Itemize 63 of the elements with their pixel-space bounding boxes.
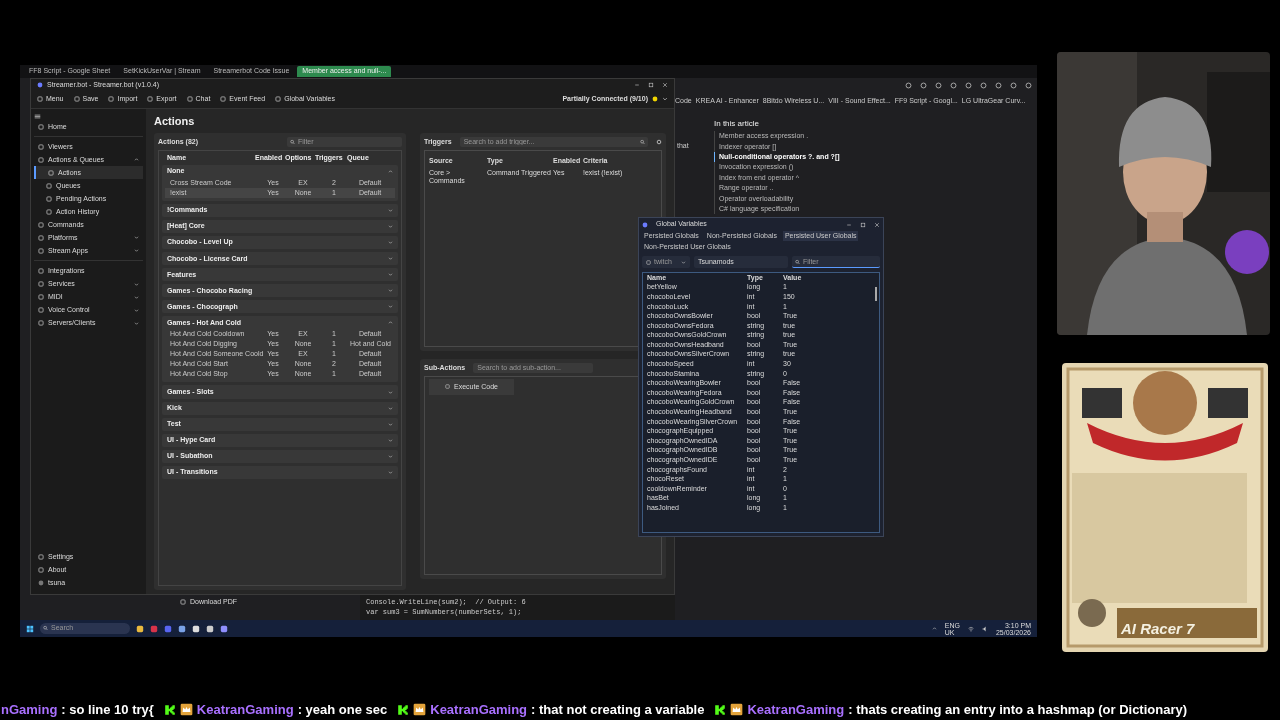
chat-message: : that not creating a variable <box>531 701 705 719</box>
chevron-down-icon <box>388 437 393 443</box>
article-heading: In this article <box>714 119 760 129</box>
circle-icon[interactable] <box>950 82 957 89</box>
chevron-up-icon <box>388 168 393 174</box>
chevron-down-icon <box>388 256 393 262</box>
chevron-down-icon <box>388 469 393 475</box>
circle-icon[interactable] <box>935 82 942 89</box>
search-icon <box>290 139 295 145</box>
chat-message: : yeah one sec <box>297 701 388 719</box>
chat-username: KeatranGaming <box>196 701 294 719</box>
chevron-down-icon <box>388 223 393 229</box>
card-title: AI Racer 7 <box>1121 619 1195 639</box>
chevron-down-icon <box>388 389 393 395</box>
chevron-up-icon[interactable] <box>931 626 937 631</box>
status-dot-icon <box>652 96 658 103</box>
platform-icon <box>163 703 176 716</box>
settings-icon[interactable] <box>656 138 662 145</box>
chevron-down-icon <box>388 207 393 213</box>
circle-icon[interactable] <box>920 82 927 89</box>
circle-icon[interactable] <box>905 82 912 89</box>
chevron-down-icon <box>388 272 393 278</box>
wifi-icon[interactable] <box>967 625 974 632</box>
circle-icon[interactable] <box>980 82 987 89</box>
crown-icon <box>413 703 427 717</box>
maximize-icon[interactable] <box>648 82 654 88</box>
chat-username: KeatranGaming <box>747 701 845 719</box>
app-icon <box>642 221 648 228</box>
search-icon <box>43 626 48 631</box>
circle-icon[interactable] <box>1025 82 1032 89</box>
chevron-down-icon <box>388 304 393 310</box>
chevron-up-icon <box>388 320 393 326</box>
page-title: Actions <box>154 115 196 128</box>
chevron-down-icon <box>388 421 393 427</box>
close-icon[interactable] <box>874 221 880 228</box>
circle-icon[interactable] <box>995 82 1002 89</box>
platform-icon <box>397 703 410 716</box>
start-icon[interactable] <box>26 624 34 633</box>
speaker-icon[interactable] <box>981 625 988 632</box>
menu-icon[interactable] <box>34 113 41 120</box>
chevron-down-icon <box>388 240 393 245</box>
chevron-down-icon[interactable] <box>662 96 668 103</box>
search-icon <box>640 139 645 145</box>
circle-icon[interactable] <box>965 82 972 89</box>
chat-username: KeatranGaming <box>430 701 528 719</box>
chat-username: nGaming <box>1 701 58 719</box>
chat-message: : so line 10 try{ <box>61 701 154 719</box>
avatar-icon <box>38 580 44 587</box>
chat-message: : thats creating an entry into a hashmap (or Dictionary) <box>848 701 1188 719</box>
search-icon <box>795 259 800 265</box>
chevron-down-icon <box>388 405 393 411</box>
app-icon <box>37 82 43 88</box>
chevron-down-icon <box>388 453 393 459</box>
chevron-down-icon <box>388 288 393 294</box>
scrollbar-thumb[interactable] <box>875 287 877 302</box>
close-icon[interactable] <box>662 82 668 88</box>
platform-icon <box>714 703 727 716</box>
maximize-icon[interactable] <box>860 221 866 228</box>
crown-icon <box>179 703 193 717</box>
crown-icon <box>730 703 744 717</box>
chevron-down-icon <box>681 259 686 265</box>
circle-icon[interactable] <box>1010 82 1017 89</box>
page-icon <box>180 599 186 605</box>
